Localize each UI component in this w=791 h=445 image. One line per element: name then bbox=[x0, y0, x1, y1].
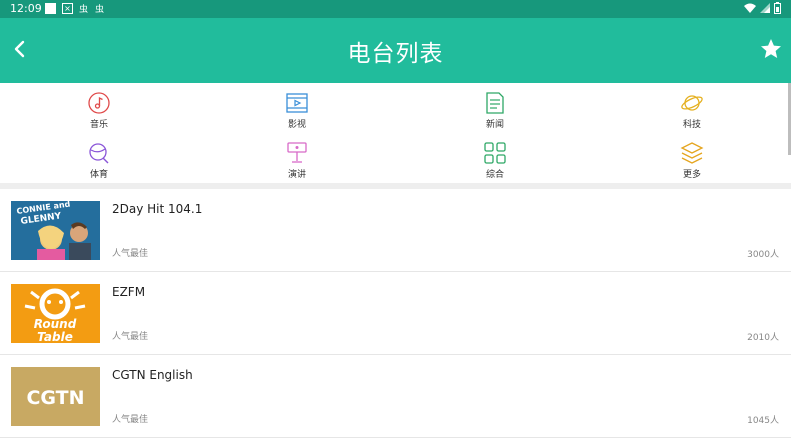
svg-text:CGTN: CGTN bbox=[26, 387, 84, 409]
lectern-icon bbox=[287, 142, 307, 163]
category-tech[interactable]: 科技 bbox=[662, 91, 722, 130]
notification-x-icon: × bbox=[62, 3, 73, 14]
battery-icon bbox=[774, 2, 781, 14]
grid-icon bbox=[484, 142, 506, 164]
svg-text:Round: Round bbox=[34, 317, 77, 331]
status-bar: 12:09 × 虫 虫 bbox=[0, 0, 791, 18]
station-thumbnail: Round Table bbox=[11, 284, 100, 343]
category-label: 演讲 bbox=[287, 170, 306, 180]
status-right bbox=[744, 2, 781, 14]
station-image: CGTN bbox=[11, 367, 100, 426]
category-label: 科技 bbox=[682, 120, 701, 130]
news-icon bbox=[486, 92, 504, 114]
planet-icon bbox=[681, 95, 703, 111]
svg-text:Table: Table bbox=[37, 330, 73, 343]
listener-count: 1045人 bbox=[747, 416, 779, 426]
category-label: 新闻 bbox=[485, 120, 504, 130]
category-label: 音乐 bbox=[89, 120, 108, 130]
favorite-star-icon[interactable] bbox=[759, 37, 783, 61]
category-general[interactable]: 综合 bbox=[465, 141, 525, 180]
listener-count: 3000人 bbox=[747, 250, 779, 260]
station-name: CGTN English bbox=[112, 368, 193, 382]
signal-icon bbox=[760, 2, 770, 13]
category-label: 影视 bbox=[287, 120, 306, 130]
list-item[interactable]: CONNIE and GLENNY 2Day Hit 104.1 人气最佳 30… bbox=[0, 189, 791, 272]
status-time: 12:09 bbox=[10, 2, 42, 15]
category-label: 综合 bbox=[485, 170, 504, 180]
listener-count: 2010人 bbox=[747, 333, 779, 343]
station-subtitle: 人气最佳 bbox=[112, 332, 149, 342]
station-name: 2Day Hit 104.1 bbox=[112, 202, 203, 216]
category-film[interactable]: 影视 bbox=[267, 91, 327, 130]
station-image: Round Table bbox=[11, 284, 100, 343]
station-thumbnail: CGTN bbox=[11, 367, 100, 426]
station-subtitle: 人气最佳 bbox=[112, 249, 149, 259]
sports-icon bbox=[89, 143, 109, 164]
category-sports[interactable]: 体育 bbox=[69, 141, 129, 180]
station-image: CONNIE and GLENNY bbox=[11, 201, 100, 260]
station-subtitle: 人气最佳 bbox=[112, 415, 149, 425]
app-bar: 电台列表 bbox=[0, 18, 791, 83]
station-name: EZFM bbox=[112, 285, 146, 299]
notification-bug-icon: 虫 bbox=[78, 5, 88, 15]
music-icon bbox=[88, 92, 110, 114]
film-icon bbox=[286, 93, 308, 113]
category-more[interactable]: 更多 bbox=[662, 141, 722, 180]
list-item[interactable]: Round Table EZFM 人气最佳 2010人 bbox=[0, 272, 791, 355]
station-list: CONNIE and GLENNY 2Day Hit 104.1 人气最佳 30… bbox=[0, 189, 791, 438]
category-speech[interactable]: 演讲 bbox=[267, 141, 327, 180]
station-thumbnail: CONNIE and GLENNY bbox=[11, 201, 100, 260]
category-music[interactable]: 音乐 bbox=[69, 91, 129, 130]
category-news[interactable]: 新闻 bbox=[465, 91, 525, 130]
wifi-icon bbox=[744, 3, 756, 13]
category-label: 更多 bbox=[682, 170, 701, 180]
list-item[interactable]: CGTN CGTN English 人气最佳 1045人 bbox=[0, 355, 791, 438]
layers-icon bbox=[680, 142, 704, 164]
notification-bug-icon-2: 虫 bbox=[94, 5, 104, 15]
category-grid: 音乐 影视 新闻 科技 体育 演讲 综合 更多 bbox=[0, 83, 791, 183]
page-title: 电台列表 bbox=[347, 41, 444, 67]
notification-square-icon bbox=[45, 3, 56, 14]
category-label: 体育 bbox=[89, 170, 108, 180]
